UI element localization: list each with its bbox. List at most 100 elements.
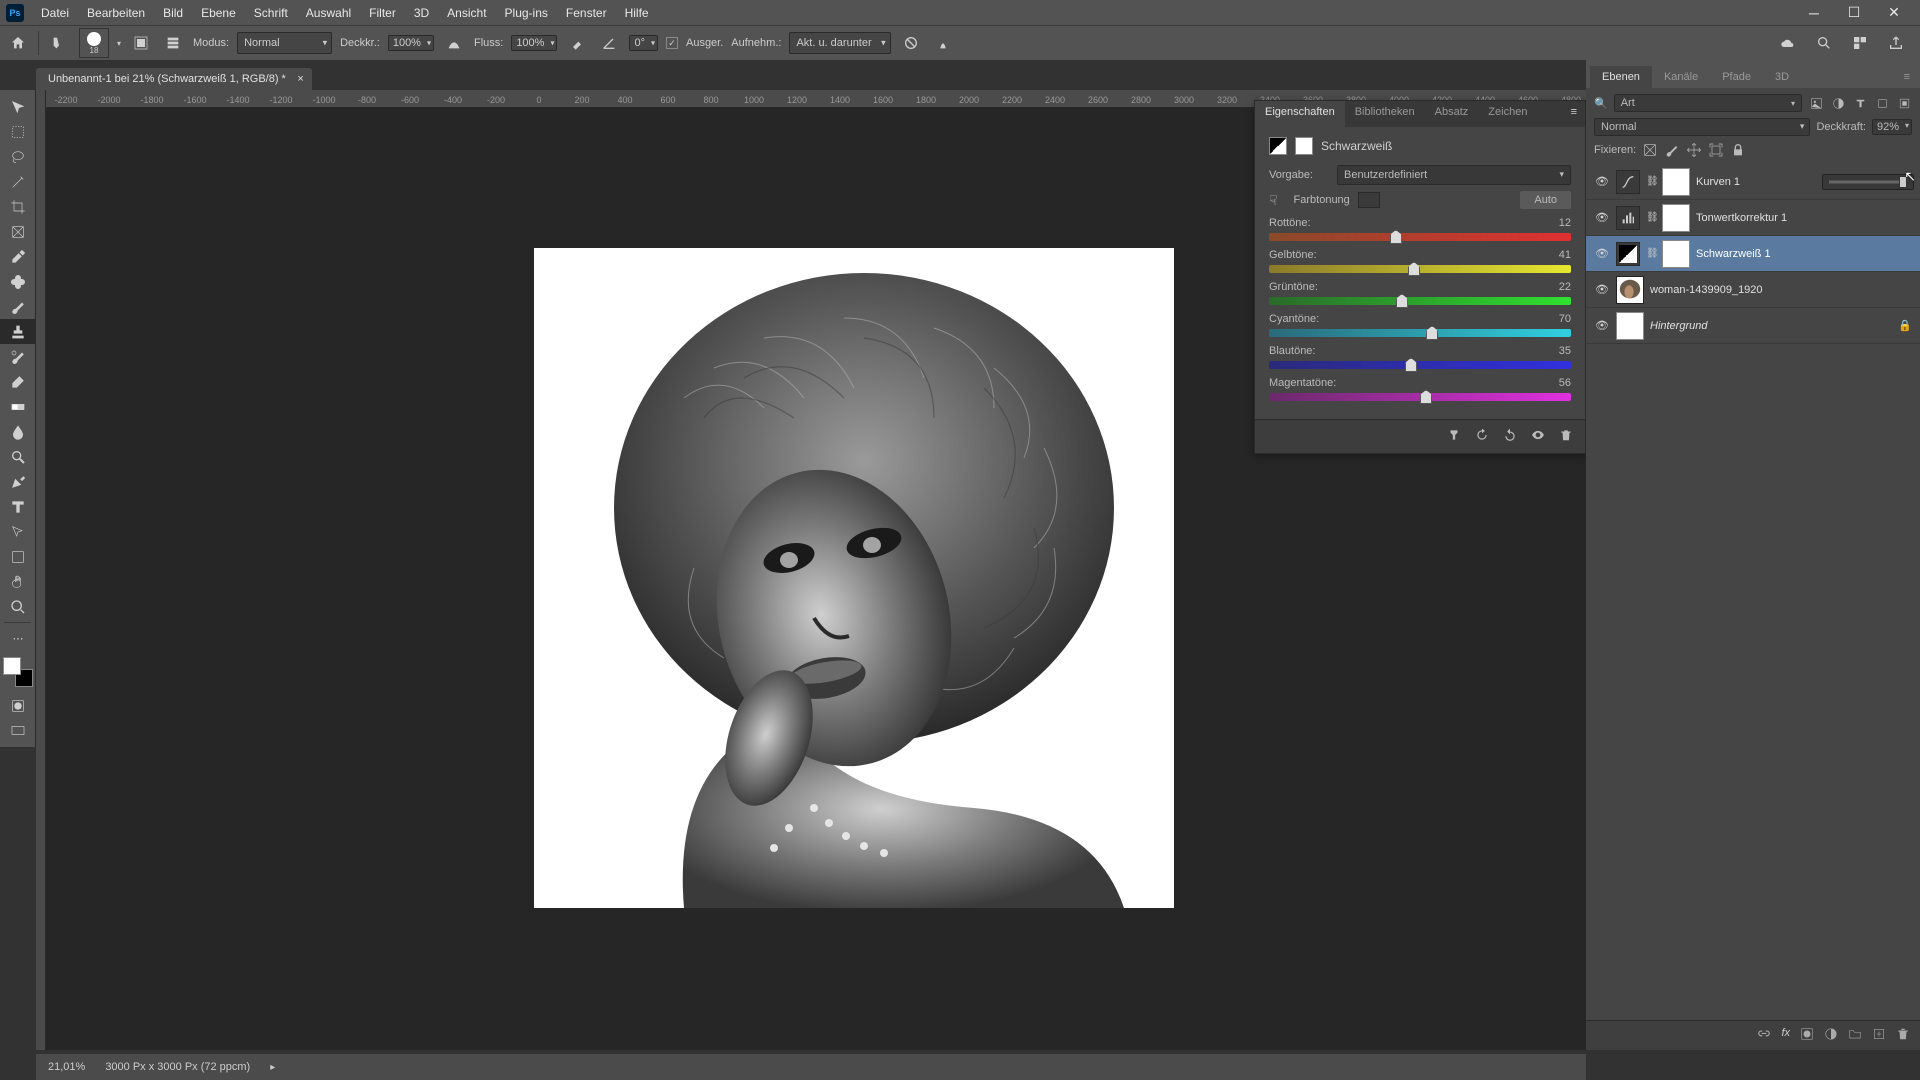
document-dims[interactable]: 3000 Px x 3000 Px (72 ppcm) (105, 1061, 250, 1073)
brush-preview[interactable]: 18 (79, 28, 109, 58)
layer-name[interactable]: Hintergrund (1650, 320, 1707, 332)
tab-paragraph[interactable]: Absatz (1425, 101, 1479, 127)
sample-select[interactable]: Akt. u. darunter (789, 32, 890, 54)
color-slider[interactable]: Grüntöne:22 (1269, 281, 1571, 305)
slider-value[interactable]: 56 (1559, 377, 1571, 389)
layers-panel-menu-icon[interactable]: ≡ (1898, 66, 1916, 88)
opacity-slider-popup[interactable] (1822, 174, 1914, 190)
document-tab[interactable]: Unbenannt-1 bei 21% (Schwarzweiß 1, RGB/… (36, 68, 312, 90)
share-icon[interactable] (1884, 31, 1908, 55)
lock-position-brush-icon[interactable] (1664, 142, 1680, 158)
brush-panel-icon[interactable] (161, 31, 185, 55)
menu-3d[interactable]: 3D (405, 6, 438, 20)
tint-swatch[interactable] (1358, 192, 1380, 208)
group-icon[interactable] (1848, 1027, 1862, 1044)
edit-toolbar-icon[interactable]: ⋯ (0, 626, 36, 651)
canvas[interactable] (534, 248, 1174, 908)
color-slider[interactable]: Magentatöne:56 (1269, 377, 1571, 401)
layer-name[interactable]: woman-1439909_1920 (1650, 284, 1763, 296)
screenmode-icon[interactable] (0, 718, 36, 743)
layer-name[interactable]: Schwarzweiß 1 (1696, 248, 1771, 260)
blend-mode-select[interactable]: Normal (237, 32, 332, 54)
layer-mask-thumb[interactable] (1662, 240, 1690, 268)
color-slider[interactable]: Rottöne:12 (1269, 217, 1571, 241)
eye-icon[interactable]: 👁 (1594, 247, 1610, 260)
targeted-adjust-icon[interactable]: ☟ (1269, 192, 1278, 209)
layer-row[interactable]: 👁 ⛓ Schwarzweiß 1 (1586, 236, 1920, 272)
preset-select[interactable]: Benutzerdefiniert (1337, 165, 1571, 185)
new-layer-icon[interactable] (1872, 1027, 1886, 1044)
workspace-icon[interactable] (1848, 31, 1872, 55)
tab-3d[interactable]: 3D (1763, 66, 1801, 88)
clip-icon[interactable] (1447, 428, 1461, 445)
menu-help[interactable]: Hilfe (616, 6, 658, 20)
window-maximize-button[interactable]: ☐ (1834, 4, 1874, 21)
layer-name[interactable]: Kurven 1 (1696, 176, 1740, 188)
menu-image[interactable]: Bild (154, 6, 192, 20)
slider-value[interactable]: 70 (1559, 313, 1571, 325)
pressure-size-icon[interactable] (931, 31, 955, 55)
lock-icon[interactable]: 🔒 (1898, 319, 1912, 332)
layer-row[interactable]: 👁woman-1439909_1920 (1586, 272, 1920, 308)
status-arrow-icon[interactable]: ▸ (270, 1062, 275, 1073)
menu-layer[interactable]: Ebene (192, 6, 245, 20)
image-thumb[interactable] (1616, 276, 1644, 304)
menu-window[interactable]: Fenster (557, 6, 616, 20)
layer-name[interactable]: Tonwertkorrektur 1 (1696, 212, 1787, 224)
link-icon[interactable]: ⛓ (1646, 212, 1656, 223)
close-icon[interactable]: × (297, 73, 303, 85)
cloud-docs-icon[interactable] (1776, 31, 1800, 55)
tool-preset-icon[interactable] (47, 31, 71, 55)
tab-libraries[interactable]: Bibliotheken (1345, 101, 1425, 127)
link-layers-icon[interactable] (1757, 1027, 1771, 1044)
aligned-checkbox[interactable]: ✓ (666, 37, 678, 49)
color-swatches[interactable] (3, 657, 33, 687)
ignore-adj-icon[interactable] (899, 31, 923, 55)
menu-file[interactable]: Datei (32, 6, 78, 20)
slider-value[interactable]: 41 (1559, 249, 1571, 261)
layer-row[interactable]: 👁 ⛓ Tonwertkorrektur 1 (1586, 200, 1920, 236)
link-icon[interactable]: ⛓ (1646, 176, 1656, 187)
filter-image-icon[interactable] (1808, 95, 1824, 111)
window-close-button[interactable]: ✕ (1874, 4, 1914, 21)
trash-icon[interactable] (1559, 428, 1573, 445)
eye-icon[interactable]: 👁 (1594, 175, 1610, 188)
hand-tool[interactable] (0, 569, 36, 594)
delete-layer-icon[interactable] (1896, 1027, 1910, 1044)
menu-filter[interactable]: Filter (360, 6, 405, 20)
menu-view[interactable]: Ansicht (438, 6, 495, 20)
menu-edit[interactable]: Bearbeiten (78, 6, 154, 20)
wand-tool[interactable] (0, 169, 36, 194)
mask-icon[interactable] (1295, 137, 1313, 155)
lock-pixels-icon[interactable] (1642, 142, 1658, 158)
filter-adjust-icon[interactable] (1830, 95, 1846, 111)
menu-plugins[interactable]: Plug-ins (496, 6, 557, 20)
home-icon[interactable] (6, 31, 30, 55)
layer-opacity-value[interactable]: 92% (1872, 119, 1912, 135)
panel-menu-icon[interactable]: ≡ (1563, 101, 1585, 127)
zoom-tool[interactable] (0, 594, 36, 619)
brush-settings-icon[interactable] (129, 31, 153, 55)
slider-value[interactable]: 12 (1559, 217, 1571, 229)
filter-smart-icon[interactable] (1896, 95, 1912, 111)
angle-value[interactable]: 0° (629, 35, 658, 51)
eraser-tool[interactable] (0, 369, 36, 394)
tab-paths[interactable]: Pfade (1710, 66, 1763, 88)
crop-tool[interactable] (0, 194, 36, 219)
blur-tool[interactable] (0, 419, 36, 444)
zoom-level[interactable]: 21,01% (48, 1061, 85, 1073)
layer-mask-thumb[interactable] (1662, 168, 1690, 196)
eye-icon[interactable]: 👁 (1594, 211, 1610, 224)
type-tool[interactable] (0, 494, 36, 519)
tab-layers[interactable]: Ebenen (1590, 66, 1652, 88)
airbrush-icon[interactable] (565, 31, 589, 55)
lock-artboard-icon[interactable] (1708, 142, 1724, 158)
eyedropper-tool[interactable] (0, 244, 36, 269)
quickmask-icon[interactable] (0, 693, 36, 718)
layer-mask-thumb[interactable] (1662, 204, 1690, 232)
flow-value[interactable]: 100% (511, 35, 557, 51)
prev-state-icon[interactable] (1475, 428, 1489, 445)
dodge-tool[interactable] (0, 444, 36, 469)
gradient-tool[interactable] (0, 394, 36, 419)
adjustment-add-icon[interactable] (1824, 1027, 1838, 1044)
